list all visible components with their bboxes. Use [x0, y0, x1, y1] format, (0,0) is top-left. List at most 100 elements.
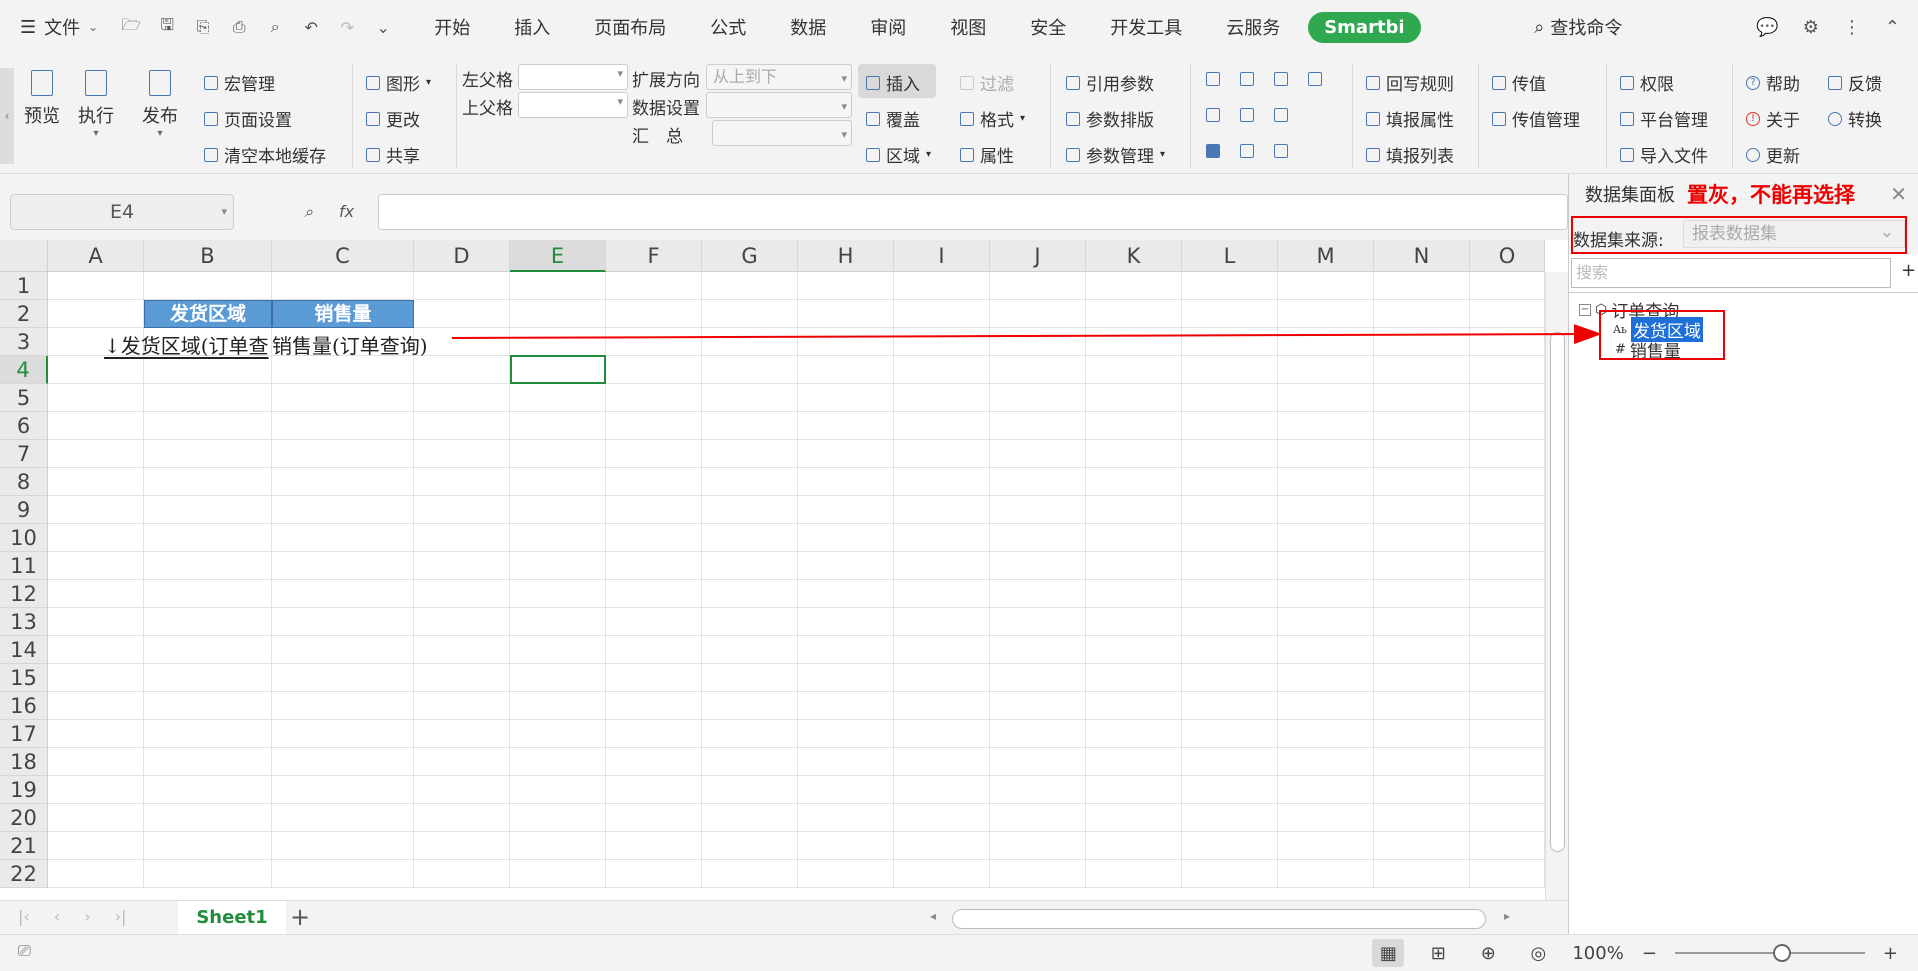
- collapse-icon[interactable]: −: [1579, 303, 1591, 316]
- column-header[interactable]: D: [414, 240, 510, 272]
- change-button[interactable]: 更改: [366, 106, 420, 131]
- permission-button[interactable]: 权限: [1620, 70, 1674, 95]
- zoom-slider[interactable]: [1674, 944, 1865, 962]
- page-layout-view-icon[interactable]: ⊕: [1472, 939, 1504, 967]
- row-header[interactable]: 8: [0, 468, 48, 496]
- horizontal-scrollbar[interactable]: ◂ ▸: [930, 909, 1510, 929]
- pass-value-manage-button[interactable]: 传值管理: [1492, 106, 1580, 131]
- tab-home[interactable]: 开始: [412, 14, 492, 40]
- print-preview-icon[interactable]: ⌕: [264, 17, 286, 37]
- tree-control-icon[interactable]: [1308, 72, 1322, 86]
- chart-button[interactable]: 图形 ▾: [366, 70, 431, 95]
- save-icon[interactable]: 🖫: [156, 14, 178, 41]
- column-header[interactable]: H: [798, 240, 894, 272]
- vertical-scroll-thumb[interactable]: [1550, 332, 1565, 852]
- column-header[interactable]: N: [1374, 240, 1470, 272]
- redo-icon[interactable]: ↷: [336, 18, 358, 37]
- convert-button[interactable]: 转换: [1828, 106, 1882, 131]
- date-control-icon[interactable]: [1240, 108, 1254, 122]
- ribbon-scroll-left-icon[interactable]: ‹: [0, 68, 14, 164]
- row-header[interactable]: 19: [0, 776, 48, 804]
- summary-combo[interactable]: [712, 120, 852, 147]
- insert-button[interactable]: 插入: [866, 70, 920, 95]
- checkbox-control-icon[interactable]: [1206, 144, 1220, 158]
- tab-developer[interactable]: 开发工具: [1088, 14, 1204, 40]
- row-header[interactable]: 3: [0, 328, 48, 356]
- row-header[interactable]: 12: [0, 580, 48, 608]
- row-header[interactable]: 20: [0, 804, 48, 832]
- last-sheet-icon[interactable]: ›|: [115, 907, 127, 926]
- button-control-icon[interactable]: [1274, 108, 1288, 122]
- preview-button[interactable]: 预览: [14, 70, 70, 128]
- chat-icon[interactable]: 💬: [1756, 17, 1778, 38]
- publish-button[interactable]: 发布 ▾: [132, 70, 188, 139]
- name-box[interactable]: E4: [10, 194, 234, 230]
- column-header[interactable]: B: [144, 240, 272, 272]
- cell-c2-header[interactable]: 销售量: [272, 300, 414, 328]
- row-header[interactable]: 16: [0, 692, 48, 720]
- sheet-tab-sheet1[interactable]: Sheet1: [178, 901, 286, 935]
- import-file-button[interactable]: 导入文件: [1620, 142, 1708, 167]
- tab-review[interactable]: 审阅: [848, 14, 928, 40]
- param-manage-button[interactable]: 参数管理 ▾: [1066, 142, 1165, 167]
- scroll-right-icon[interactable]: ▸: [1504, 909, 1510, 923]
- tab-view[interactable]: 视图: [928, 14, 1008, 40]
- format-button[interactable]: 格式 ▾: [960, 106, 1025, 131]
- add-icon[interactable]: +: [1901, 260, 1916, 281]
- vertical-scrollbar[interactable]: [1545, 272, 1568, 900]
- zoom-in-icon[interactable]: +: [1883, 943, 1898, 964]
- list-control-icon[interactable]: [1274, 72, 1288, 86]
- link-control-icon[interactable]: [1240, 144, 1254, 158]
- execute-button[interactable]: 执行 ▾: [68, 70, 124, 139]
- row-header[interactable]: 7: [0, 440, 48, 468]
- row-header[interactable]: 4: [0, 356, 48, 384]
- row-header[interactable]: 10: [0, 524, 48, 552]
- macro-manage-button[interactable]: 宏管理: [204, 70, 275, 95]
- zoom-level[interactable]: 100%: [1572, 943, 1623, 964]
- search-command[interactable]: ⌕ 查找命令: [1534, 14, 1622, 40]
- page-break-view-icon[interactable]: ⊞: [1422, 939, 1454, 967]
- fill-property-button[interactable]: 填报属性: [1366, 106, 1454, 131]
- top-parent-combo[interactable]: [518, 92, 628, 118]
- tab-cloud[interactable]: 云服务: [1204, 14, 1302, 40]
- tab-data[interactable]: 数据: [768, 14, 848, 40]
- column-header[interactable]: I: [894, 240, 990, 272]
- row-header[interactable]: 22: [0, 860, 48, 888]
- column-header[interactable]: O: [1470, 240, 1545, 272]
- tab-smartbi[interactable]: Smartbi: [1308, 11, 1421, 43]
- close-icon[interactable]: ✕: [1890, 182, 1907, 206]
- active-cell-e4[interactable]: [510, 355, 606, 384]
- data-setting-combo[interactable]: [706, 92, 852, 119]
- cell-b2-header[interactable]: 发货区域: [144, 300, 272, 328]
- gear-icon[interactable]: ⚙: [1803, 17, 1819, 38]
- eye-protect-icon[interactable]: ◎: [1522, 939, 1554, 967]
- row-header[interactable]: 18: [0, 748, 48, 776]
- row-header[interactable]: 9: [0, 496, 48, 524]
- row-header[interactable]: 17: [0, 720, 48, 748]
- zoom-slider-knob[interactable]: [1772, 944, 1791, 962]
- formula-input[interactable]: [378, 194, 1568, 230]
- pass-value-button[interactable]: 传值: [1492, 70, 1546, 95]
- column-header[interactable]: C: [272, 240, 414, 272]
- cover-button[interactable]: 覆盖: [866, 106, 920, 131]
- dropdown-control-icon[interactable]: [1206, 72, 1220, 86]
- column-header[interactable]: M: [1278, 240, 1374, 272]
- update-button[interactable]: 更新: [1746, 142, 1800, 167]
- normal-view-icon[interactable]: ▦: [1372, 939, 1405, 967]
- left-parent-combo[interactable]: [518, 64, 628, 90]
- column-header[interactable]: J: [990, 240, 1086, 272]
- platform-manage-button[interactable]: 平台管理: [1620, 106, 1708, 131]
- row-header[interactable]: 2: [0, 300, 48, 328]
- open-folder-icon[interactable]: 🗁: [120, 14, 142, 41]
- print-icon[interactable]: ⎙: [228, 17, 250, 37]
- macro-record-icon[interactable]: ⎚: [18, 941, 31, 961]
- tab-formula[interactable]: 公式: [688, 14, 768, 40]
- cell-b3-field[interactable]: ↓发货区域(订单查: [104, 330, 272, 359]
- more-icon[interactable]: ⋮: [1843, 17, 1861, 38]
- spreadsheet-grid[interactable]: A B C D E F G H I J K L M N O 1 2 3 4 5 6 7 8 9 10 11 12 13 14 15 16 17…: [0, 240, 1568, 900]
- collapse-ribbon-icon[interactable]: ⌃: [1885, 17, 1900, 38]
- file-menu[interactable]: ☰ 文件 ⌄: [0, 0, 110, 54]
- zoom-out-icon[interactable]: −: [1642, 943, 1657, 964]
- column-header[interactable]: L: [1182, 240, 1278, 272]
- ref-param-button[interactable]: 引用参数: [1066, 70, 1154, 95]
